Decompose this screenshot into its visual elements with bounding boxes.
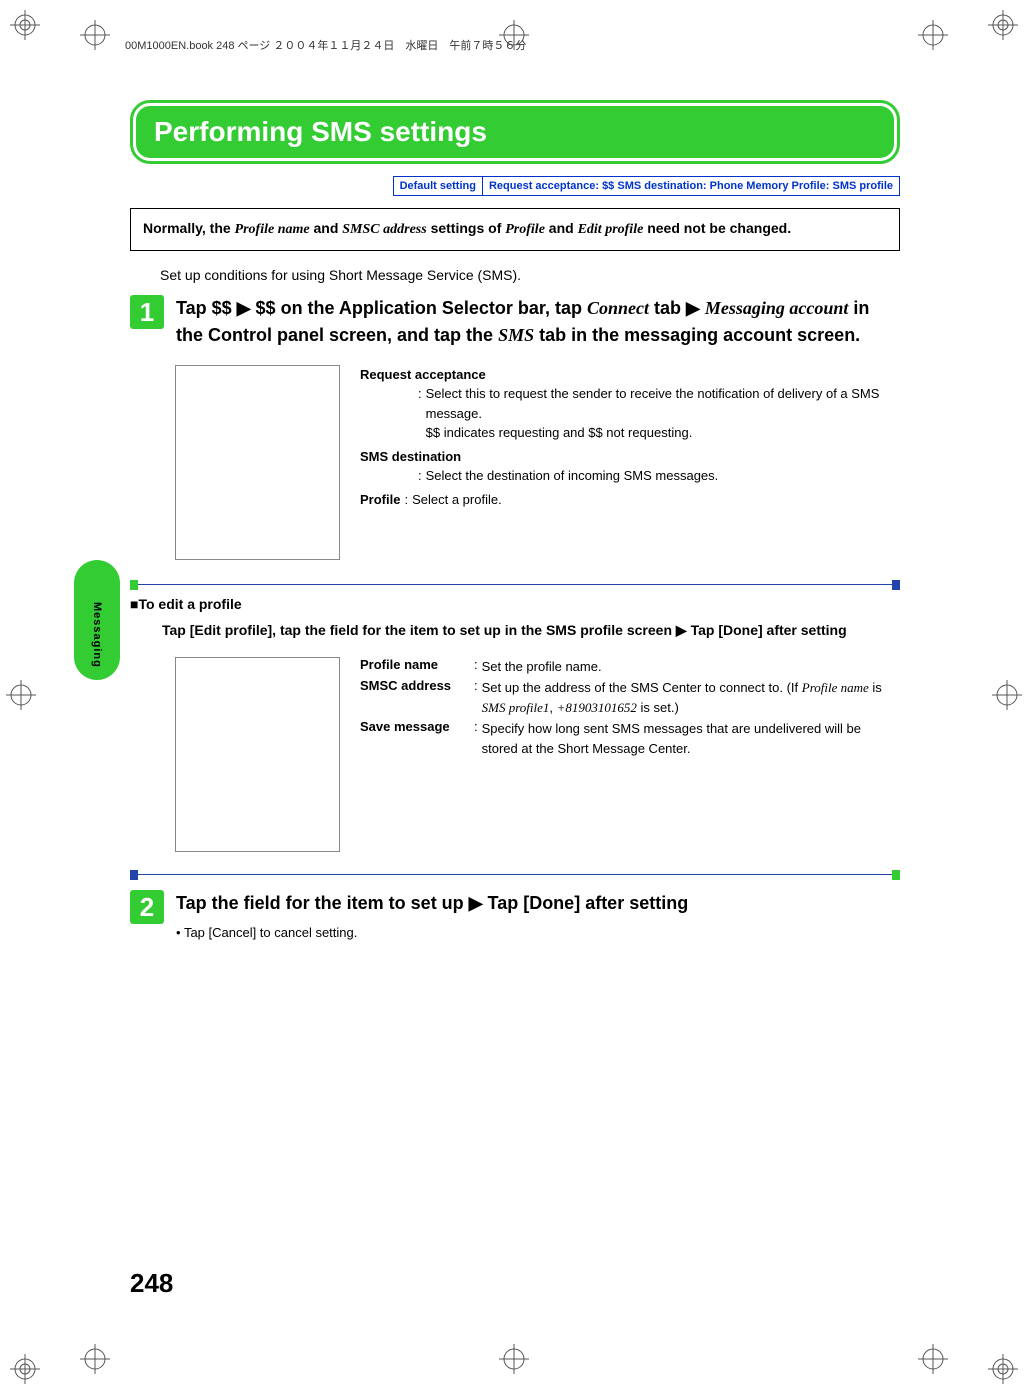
footer-crop-marks: [80, 1344, 948, 1374]
crosshair-icon: [499, 1344, 529, 1374]
default-setting-values: Request acceptance: $$ SMS destination: …: [483, 177, 899, 195]
note-box: Normally, the Profile name and SMSC addr…: [130, 208, 900, 251]
crosshair-icon: [80, 20, 110, 50]
section-divider-top: [130, 580, 900, 590]
page-title-frame: Performing SMS settings: [130, 100, 900, 164]
mid-mark-left: [6, 680, 36, 715]
field-profile-label: Profile: [360, 490, 400, 510]
step-1: 1 Tap $$ ▶ $$ on the Application Selecto…: [130, 295, 900, 349]
field-profile-desc: Select a profile.: [408, 490, 502, 510]
step-1-number: 1: [130, 295, 164, 329]
field-smsc-address-desc: Set up the address of the SMS Center to …: [482, 678, 900, 717]
field-sms-destination-label: SMS destination: [360, 449, 461, 464]
page-number: 248: [130, 1268, 173, 1299]
edit-profile-heading: ■To edit a profile: [130, 596, 900, 612]
field-request-acceptance-desc-1: Select this to request the sender to rec…: [426, 384, 900, 423]
step-2: 2 Tap the field for the item to set up ▶…: [130, 890, 900, 940]
registration-mark-tr: [988, 10, 1018, 40]
edit-profile-fields: Profile name : Set the profile name. SMS…: [360, 657, 900, 852]
default-setting-box: Default setting Request acceptance: $$ S…: [393, 176, 900, 196]
section-tab: Messaging: [74, 560, 120, 680]
registration-mark-br: [988, 1354, 1018, 1384]
arrow-icon: ▶: [469, 893, 483, 913]
step-1-title: Tap $$ ▶ $$ on the Application Selector …: [176, 295, 900, 349]
field-save-message-desc: Specify how long sent SMS messages that …: [482, 719, 900, 758]
step-2-number: 2: [130, 890, 164, 924]
field-profile-name-label: Profile name: [360, 657, 470, 677]
default-setting-label: Default setting: [394, 177, 483, 195]
registration-mark-bl: [10, 1354, 40, 1384]
field-smsc-address-label: SMSC address: [360, 678, 470, 717]
crosshair-icon: [992, 680, 1022, 710]
registration-mark-tl: [10, 10, 40, 40]
field-request-acceptance-desc-2: $$ indicates requesting and $$ not reque…: [426, 423, 900, 443]
field-sms-destination-desc: Select the destination of incoming SMS m…: [422, 466, 719, 486]
step-1-fields: Request acceptance : Select this to requ…: [360, 365, 900, 560]
section-divider-bottom: [130, 870, 900, 880]
arrow-icon: ▶: [686, 298, 700, 318]
field-request-acceptance-label: Request acceptance: [360, 367, 486, 382]
crosshair-icon: [918, 20, 948, 50]
mid-mark-right: [992, 680, 1022, 715]
arrow-icon: ▶: [237, 298, 251, 318]
screenshot-placeholder-1: [175, 365, 340, 560]
step-2-title: Tap the field for the item to set up ▶ T…: [176, 890, 900, 917]
section-tab-label: Messaging: [91, 602, 103, 668]
crosshair-icon: [6, 680, 36, 710]
page-header-meta: 00M1000EN.book 248 ページ ２００４年１１月２４日 水曜日 午…: [125, 37, 526, 53]
page-title: Performing SMS settings: [136, 106, 894, 158]
field-profile-name-desc: Set the profile name.: [482, 657, 900, 677]
intro-text: Set up conditions for using Short Messag…: [160, 267, 900, 283]
arrow-icon: ▶: [676, 622, 687, 638]
cancel-note: Tap [Cancel] to cancel setting.: [176, 925, 900, 940]
screenshot-placeholder-2: [175, 657, 340, 852]
crosshair-icon: [918, 1344, 948, 1374]
edit-profile-body: Tap [Edit profile], tap the field for th…: [162, 620, 900, 641]
field-save-message-label: Save message: [360, 719, 470, 758]
crosshair-icon: [80, 1344, 110, 1374]
